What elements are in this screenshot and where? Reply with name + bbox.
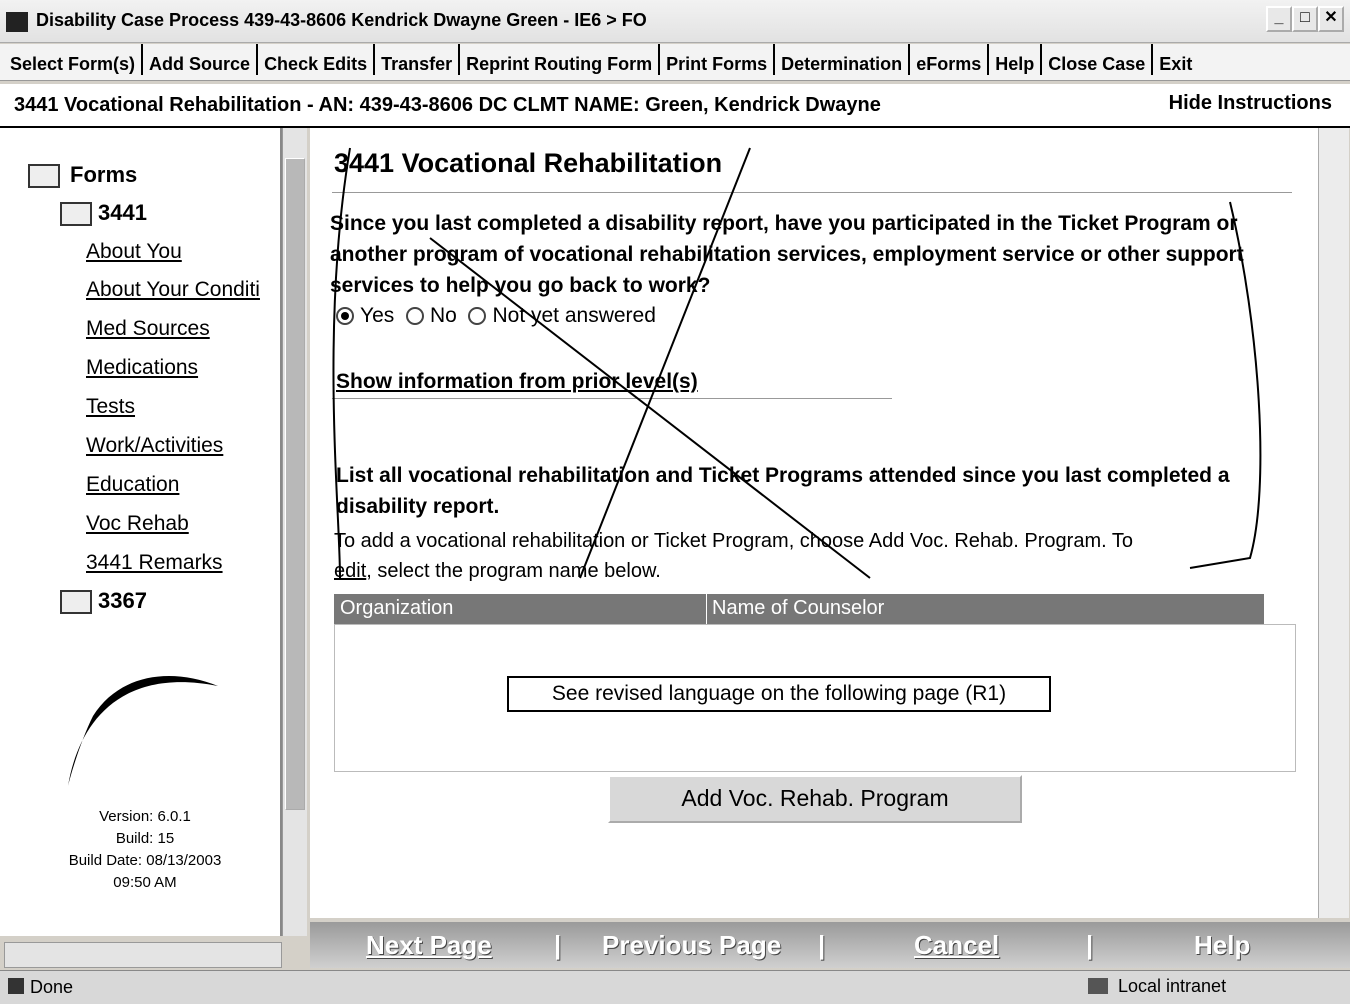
menu-close-case[interactable]: Close Case [1040, 44, 1151, 75]
scrollbar-thumb[interactable] [285, 158, 305, 810]
sidebar-item-medications[interactable]: Medications [86, 356, 198, 380]
eagle-logo-icon [68, 676, 218, 786]
nav-separator: | [554, 930, 562, 960]
sidebar-item-education[interactable]: Education [86, 473, 179, 497]
menu-transfer[interactable]: Transfer [373, 44, 458, 75]
folder-closed-icon [60, 590, 92, 614]
version-info: Version: 6.0.1 Build: 15 Build Date: 08/… [0, 806, 290, 894]
menu-check-edits[interactable]: Check Edits [256, 44, 373, 75]
folder-open-icon [28, 164, 60, 188]
status-text: Done [30, 977, 74, 997]
hide-instructions-link[interactable]: Hide Instructions [1169, 92, 1332, 115]
nav-separator: | [818, 930, 826, 960]
folder-open-icon [60, 202, 92, 226]
sidebar-item-3441-remarks[interactable]: 3441 Remarks [86, 551, 223, 575]
tree-group-3367[interactable]: 3367 [98, 588, 147, 614]
build-text: Build: 15 [115, 830, 175, 847]
form-header: 3441 Vocational Rehabilitation - AN: 439… [0, 84, 1350, 128]
form-header-title: 3441 Vocational Rehabilitation - AN: 439… [14, 94, 881, 116]
tree-root[interactable]: Forms [70, 162, 137, 188]
menu-exit[interactable]: Exit [1151, 44, 1198, 75]
sidebar-item-work-activities[interactable]: Work/Activities [86, 434, 223, 458]
previous-page-button[interactable]: Previous Page [602, 930, 781, 961]
version-text: Version: 6.0.1 [99, 808, 191, 825]
minimize-button[interactable]: _ [1266, 6, 1292, 32]
close-window-button[interactable]: ✕ [1318, 6, 1344, 32]
main-scrollbar[interactable] [1318, 128, 1349, 918]
intranet-zone-icon [1088, 978, 1108, 994]
menu-bar: Select Form(s) Add Source Check Edits Trans… [0, 44, 1350, 81]
build-time-text: 09:50 AM [113, 874, 177, 891]
forms-tree: Forms 3441 About You About Your Conditi … [0, 128, 282, 936]
build-date-text: Build Date: 08/13/2003 [68, 852, 222, 869]
menu-select-forms[interactable]: Select Form(s) [0, 44, 141, 75]
sidebar-item-tests[interactable]: Tests [86, 395, 135, 419]
sidebar-scrollbar[interactable] [282, 128, 307, 936]
menu-reprint-routing-form[interactable]: Reprint Routing Form [458, 44, 658, 75]
maximize-button[interactable]: □ [1292, 6, 1318, 32]
security-zone-text: Local intranet [1118, 976, 1227, 996]
handwritten-strike-marks [332, 147, 1262, 579]
window-title: Disability Case Process 439-43-8606 Kend… [36, 10, 647, 30]
sidebar-item-med-sources[interactable]: Med Sources [86, 317, 210, 341]
menu-eforms[interactable]: eForms [908, 44, 987, 75]
cancel-button[interactable]: Cancel [914, 930, 999, 961]
app-icon [6, 12, 28, 32]
add-voc-rehab-program-button[interactable]: Add Voc. Rehab. Program [608, 775, 1022, 823]
sidebar-item-about-you[interactable]: About You [86, 240, 182, 264]
help-button[interactable]: Help [1194, 930, 1250, 961]
title-bar: Disability Case Process 439-43-8606 Kend… [0, 0, 1350, 43]
status-bar: Done Local intranet [0, 970, 1350, 1004]
menu-help[interactable]: Help [987, 44, 1040, 75]
sidebar-item-about-your-condition[interactable]: About Your Conditi [86, 278, 260, 302]
menu-determination[interactable]: Determination [773, 44, 908, 75]
sidebar-item-voc-rehab[interactable]: Voc Rehab [86, 512, 189, 536]
tree-group-3441[interactable]: 3441 [98, 200, 147, 226]
menu-add-source[interactable]: Add Source [141, 44, 256, 75]
page-navigation-bar: Next Page | Previous Page | Cancel | Hel… [310, 922, 1350, 968]
revision-note: See revised language on the following pa… [507, 676, 1051, 712]
next-page-button[interactable]: Next Page [366, 930, 492, 961]
nav-separator: | [1086, 930, 1094, 960]
sidebar-horizontal-scrollbar[interactable] [4, 942, 282, 968]
menu-print-forms[interactable]: Print Forms [658, 44, 773, 75]
page-done-icon [8, 978, 24, 994]
